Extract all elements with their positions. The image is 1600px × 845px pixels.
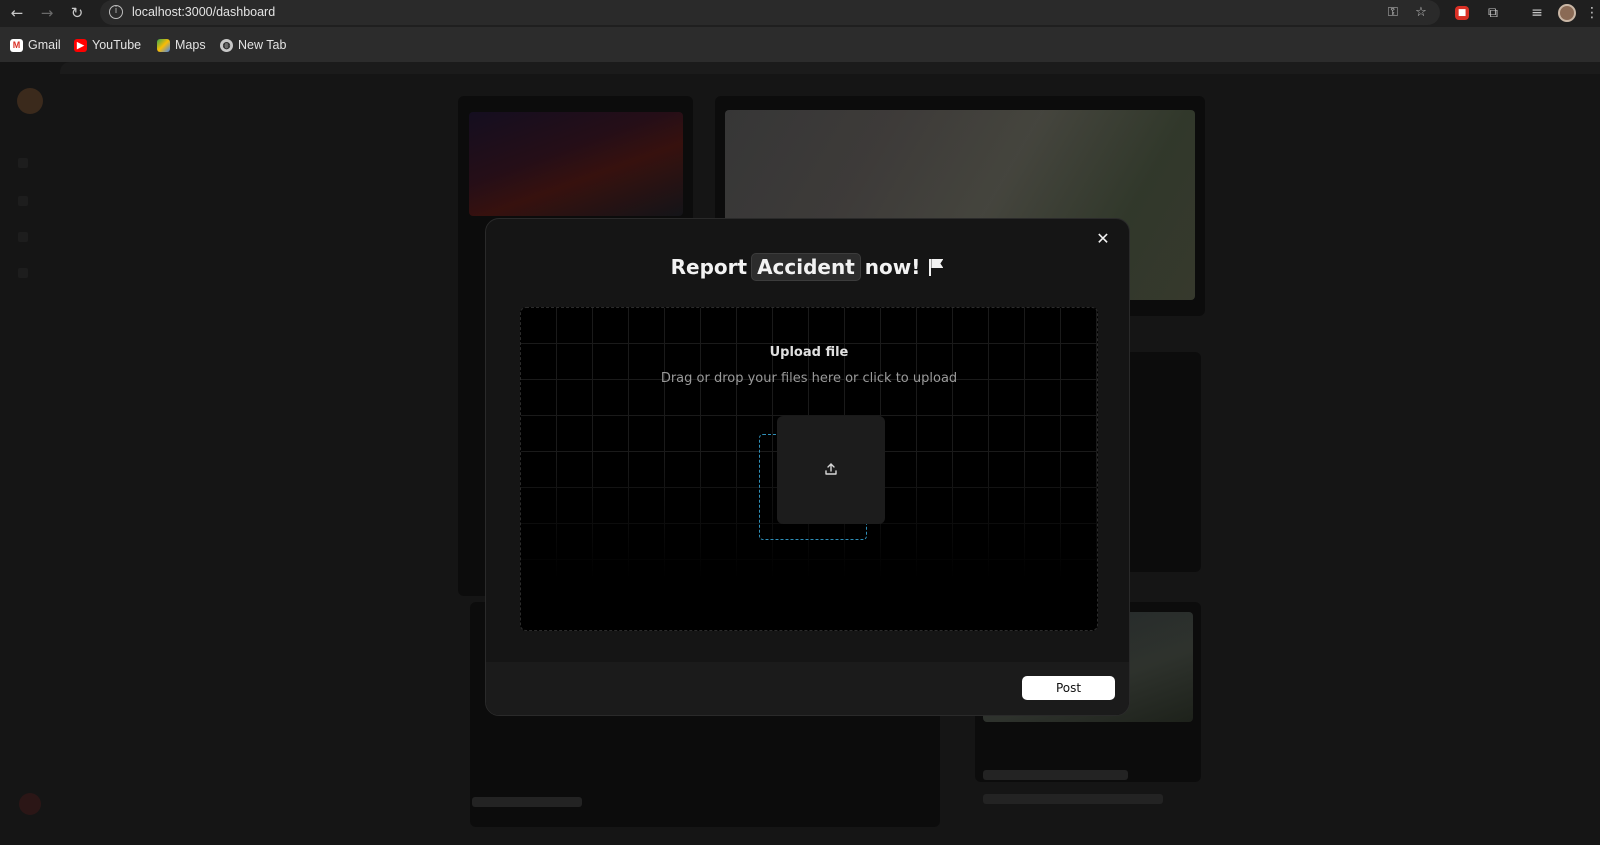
globe-icon: ◍ — [220, 38, 233, 52]
upload-title: Upload file — [769, 345, 849, 360]
site-info-icon[interactable]: i — [109, 5, 123, 19]
page-edge — [60, 62, 1600, 74]
profile-avatar[interactable] — [1558, 4, 1576, 22]
upload-button[interactable] — [777, 416, 885, 524]
menu-kebab-icon[interactable]: ⋮ — [1582, 3, 1600, 23]
background-text — [472, 797, 582, 807]
address-bar[interactable]: i localhost:3000/dashboard ⚿ ☆ — [100, 0, 1440, 25]
modal-title: Report Accident now! — [486, 253, 1129, 281]
reload-icon[interactable]: ↻ — [67, 3, 87, 23]
modal-footer: Post — [486, 662, 1129, 715]
bookmarks-bar: M Gmail ▶ YouTube Maps ◍ New Tab — [0, 27, 1600, 62]
youtube-icon: ▶ — [74, 38, 87, 52]
sidebar-item — [18, 232, 28, 242]
sidebar-item — [18, 158, 28, 168]
bookmark-label: Gmail — [28, 38, 61, 52]
extensions-puzzle-icon[interactable]: ⧉ — [1483, 3, 1503, 23]
post-button[interactable]: Post — [1022, 676, 1115, 700]
background-text — [983, 770, 1128, 780]
bookmark-label: New Tab — [238, 38, 287, 52]
forward-icon[interactable]: → — [37, 3, 57, 23]
sidebar-item — [18, 268, 28, 278]
media-queue-icon[interactable]: ≡ — [1527, 3, 1547, 23]
password-key-icon[interactable]: ⚿ — [1384, 4, 1402, 22]
flag-icon — [928, 258, 944, 276]
sidebar-logo — [17, 88, 43, 114]
upload-subtitle: Drag or drop your files here or click to… — [660, 371, 958, 386]
bookmark-label: Maps — [175, 38, 206, 52]
title-prefix: Report — [670, 255, 748, 279]
url-text[interactable]: localhost:3000/dashboard — [132, 5, 275, 19]
background-image — [469, 112, 683, 216]
background-text — [983, 794, 1163, 804]
file-dropzone[interactable]: Upload file Drag or drop your files here… — [520, 307, 1098, 631]
gmail-icon: M — [10, 38, 23, 52]
back-icon[interactable]: ← — [7, 3, 27, 23]
extension-red-icon[interactable]: ■ — [1455, 6, 1469, 20]
bookmark-label: YouTube — [92, 38, 142, 52]
sidebar-user — [19, 793, 41, 815]
title-highlight: Accident — [751, 253, 861, 281]
bookmark-new-tab[interactable]: ◍ New Tab — [220, 36, 286, 54]
bookmark-gmail[interactable]: M Gmail — [10, 36, 61, 54]
bookmark-star-icon[interactable]: ☆ — [1412, 4, 1430, 22]
title-suffix: now! — [864, 255, 921, 279]
sidebar-item — [18, 196, 28, 206]
report-modal: ✕ Report Accident now! Upload file Drag … — [485, 218, 1130, 716]
browser-toolbar: ← → ↻ i localhost:3000/dashboard ⚿ ☆ ■ ⧉… — [0, 0, 1600, 27]
bookmark-youtube[interactable]: ▶ YouTube — [74, 36, 141, 54]
bookmark-maps[interactable]: Maps — [157, 36, 206, 54]
upload-icon — [825, 463, 837, 475]
maps-icon — [157, 38, 170, 52]
close-icon[interactable]: ✕ — [1095, 231, 1111, 247]
